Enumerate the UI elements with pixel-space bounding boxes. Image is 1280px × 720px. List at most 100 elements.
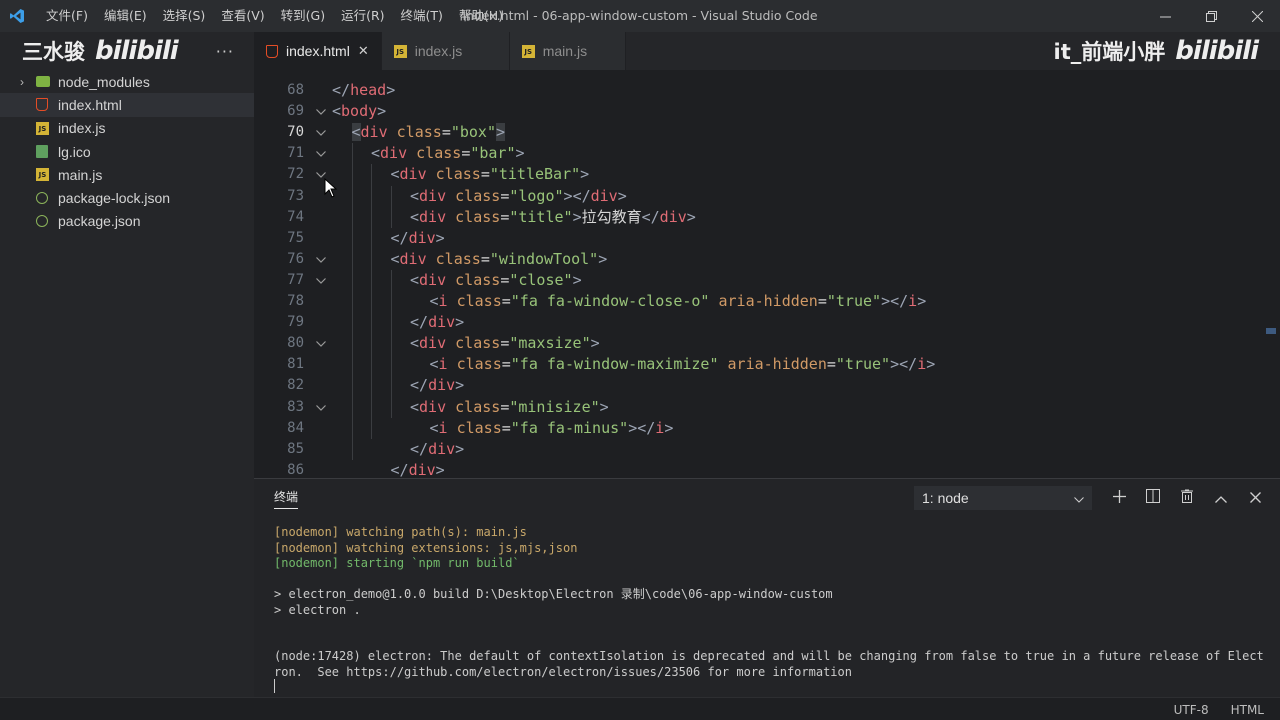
line-number: 76 [287,250,304,267]
tab-index-js[interactable]: JS index.js [381,32,510,70]
fold-chevron-icon[interactable] [314,397,328,418]
code-line: 68 [254,80,1280,101]
encoding-indicator[interactable]: UTF-8 [1174,703,1209,717]
menu-item[interactable]: 文件(F) [38,0,96,32]
line-number: 70 [287,124,304,141]
menu-item[interactable]: 编辑(E) [96,0,155,32]
vscode-logo-icon [0,0,34,32]
file-name: lg.ico [58,143,91,160]
close-window-button[interactable] [1234,0,1280,32]
code-line: 84 <i class="fa fa-minus"></i> [254,418,1280,439]
terminal-output[interactable]: [nodemon] watching path(s): main.js [node… [274,525,1264,680]
file-tree-item[interactable]: index.html [0,93,254,117]
close-tab-icon[interactable]: ✕ [358,43,369,59]
close-panel-icon[interactable] [1238,489,1272,507]
file-name: main.js [58,166,103,183]
code-text: </div> [390,228,445,247]
file-tree-item[interactable]: lg.ico [0,140,254,163]
file-name: package-lock.json [58,190,171,207]
line-number: 77 [287,271,304,288]
file-tree-item[interactable]: package.json [0,210,254,233]
file-tree-item[interactable]: JS main.js [0,163,254,186]
code-text: <div class="close"> [410,270,582,289]
trash-icon[interactable] [1170,489,1204,507]
html-file-icon [266,44,278,58]
new-terminal-icon[interactable] [1102,489,1136,507]
file-tree-item[interactable]: › node_modules [0,70,254,93]
more-actions-icon[interactable]: ··· [216,42,234,61]
menu-item[interactable]: 帮助(H) [451,0,511,32]
code-line: 82 </div> [254,375,1280,396]
mouse-cursor-icon [324,177,338,203]
minimize-button[interactable] [1142,0,1188,32]
terminal-cursor [274,679,275,693]
code-line: 79 </div> [254,312,1280,333]
file-tree: › node_modules index.html JS index.js lg.ico J… [0,70,254,233]
code-text: </div> [410,313,465,332]
code-editor[interactable]: </head> 68 69 <body> 70 <div class="box"> 71 <… [254,70,1280,478]
indent-guide [390,269,392,418]
terminal-select-value: 1: node [922,490,969,506]
terminal-panel: 终端 1: node [nodemon] watching path(s): m… [254,478,1280,697]
html-file-icon [36,98,58,112]
terminal-line: > electron_demo@1.0.0 build D:\Desktop\E… [274,587,833,601]
fold-chevron-icon[interactable] [314,101,328,122]
tab-terminal[interactable]: 终端 [274,488,299,509]
code-text: <body> [332,102,387,121]
code-line: 74 <div class="title">拉勾教育</div> [254,207,1280,228]
file-name: index.js [58,120,106,137]
line-number: 71 [287,145,304,162]
terminal-line: [nodemon] watching extensions: js,mjs,js… [274,540,578,555]
line-number: 78 [287,293,304,309]
code-line: 73 <div class="logo"></div> [254,186,1280,207]
language-mode[interactable]: HTML [1231,703,1264,717]
fold-chevron-icon[interactable] [314,270,328,291]
line-number: 84 [287,419,304,436]
maximize-panel-icon[interactable] [1204,489,1238,507]
code-text: <div class="title">拉勾教育</div> [410,207,696,226]
line-number: 79 [287,314,304,331]
fold-chevron-icon[interactable] [314,143,328,164]
code-text: </div> [410,439,465,458]
tab-index-html[interactable]: index.html ✕ [254,32,382,70]
terminal-line: > electron . [274,602,361,617]
chevron-right-icon: › [20,74,24,89]
code-text: <div class="windowTool"> [390,249,608,268]
code-line: 70 <div class="box"> [254,122,1280,143]
chevron-down-icon [1074,490,1084,506]
menu-item[interactable]: 终端(T) [393,0,451,32]
tab-label: index.js [414,43,463,59]
split-terminal-icon[interactable] [1136,489,1170,507]
terminal-select[interactable]: 1: node [914,486,1092,510]
code-line: 71 <div class="bar"> [254,143,1280,164]
code-line: 83 <div class="minisize"> [254,397,1280,418]
js-file-icon: JS [521,44,535,58]
bilibili-logo: bilibili [1175,36,1259,66]
line-number: 73 [287,187,304,204]
line-number: 69 [287,103,304,120]
explorer-sidebar: ··· › node_modules index.html JS index.js lg.… [0,32,254,697]
menu-item[interactable]: 转到(G) [273,0,333,32]
code-line: 81 <i class="fa fa-window-maximize" aria-… [254,354,1280,375]
tab-label: index.html [286,43,350,59]
menu-item[interactable]: 查看(V) [213,0,272,32]
bilibili-logo: bilibili [95,36,179,66]
line-number: 68 [287,82,304,98]
code-text: <div class="maxsize"> [410,334,600,353]
folder-icon [36,76,58,88]
menu-item[interactable]: 运行(R) [333,0,392,32]
menu-item[interactable]: 选择(S) [155,0,214,32]
restore-button[interactable] [1188,0,1234,32]
file-tree-item[interactable]: JS index.js [0,117,254,140]
code-line: 86 </div> [254,460,1280,478]
tab-main-js[interactable]: JS main.js [509,32,626,70]
fold-chevron-icon[interactable] [314,333,328,354]
file-tree-item[interactable]: package-lock.json [0,186,254,209]
title-bar: 文件(F) 编辑(E) 选择(S) 查看(V) 转到(G) 运行(R) 终端(T) 帮助(H)… [0,0,1280,32]
fold-chevron-icon[interactable] [314,249,328,270]
file-name: package.json [58,213,141,230]
indent-guide [351,143,353,460]
fold-chevron-icon[interactable] [314,122,328,143]
code-text: <div class="logo"></div> [410,186,627,205]
code-line: 80 <div class="maxsize"> [254,333,1280,354]
